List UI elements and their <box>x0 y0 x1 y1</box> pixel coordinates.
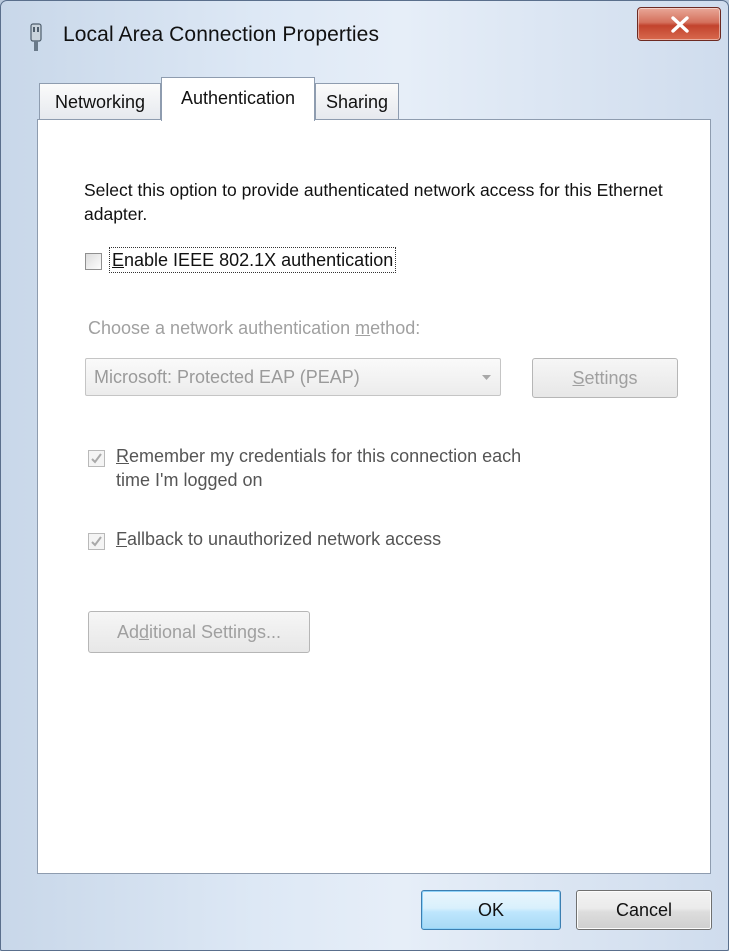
authentication-method-value: Microsoft: Protected EAP (PEAP) <box>94 367 360 387</box>
checkmark-icon <box>91 453 102 464</box>
title-bar[interactable]: Local Area Connection Properties <box>1 1 728 71</box>
tab-networking[interactable]: Networking <box>39 83 161 119</box>
ok-button[interactable]: OK <box>421 890 561 930</box>
fallback-label[interactable]: Fallback to unauthorized network access <box>116 527 441 551</box>
cancel-button[interactable]: Cancel <box>576 890 712 930</box>
method-label: Choose a network authentication method: <box>88 318 421 338</box>
authentication-description: Select this option to provide authentica… <box>84 180 663 224</box>
authentication-method-select[interactable]: Microsoft: Protected EAP (PEAP) <box>85 358 501 396</box>
additional-settings-button[interactable]: Additional Settings... <box>88 611 310 653</box>
enable-ieee-checkbox[interactable] <box>85 253 102 270</box>
enable-ieee-text: nable IEEE 802.1X authentication <box>124 250 394 270</box>
close-icon <box>671 16 689 33</box>
fallback-checkbox[interactable] <box>88 533 105 550</box>
network-adapter-icon <box>30 23 42 51</box>
enable-ieee-mnemonic: E <box>112 250 125 270</box>
properties-dialog: Local Area Connection Properties Network… <box>0 0 729 951</box>
tab-sharing[interactable]: Sharing <box>315 83 399 119</box>
tab-authentication[interactable]: Authentication <box>161 77 315 121</box>
checkmark-icon <box>91 536 102 547</box>
settings-button[interactable]: Settings <box>532 358 678 398</box>
window-title: Local Area Connection Properties <box>63 23 380 46</box>
remember-credentials-label[interactable]: Remember my credentials for this connect… <box>116 444 521 492</box>
close-button[interactable] <box>637 7 721 41</box>
remember-credentials-checkbox[interactable] <box>88 450 105 467</box>
authentication-panel: Select this option to provide authentica… <box>37 119 711 874</box>
enable-ieee-label[interactable]: Enable IEEE 802.1X authentication <box>108 247 397 273</box>
chevron-down-icon <box>482 375 491 380</box>
